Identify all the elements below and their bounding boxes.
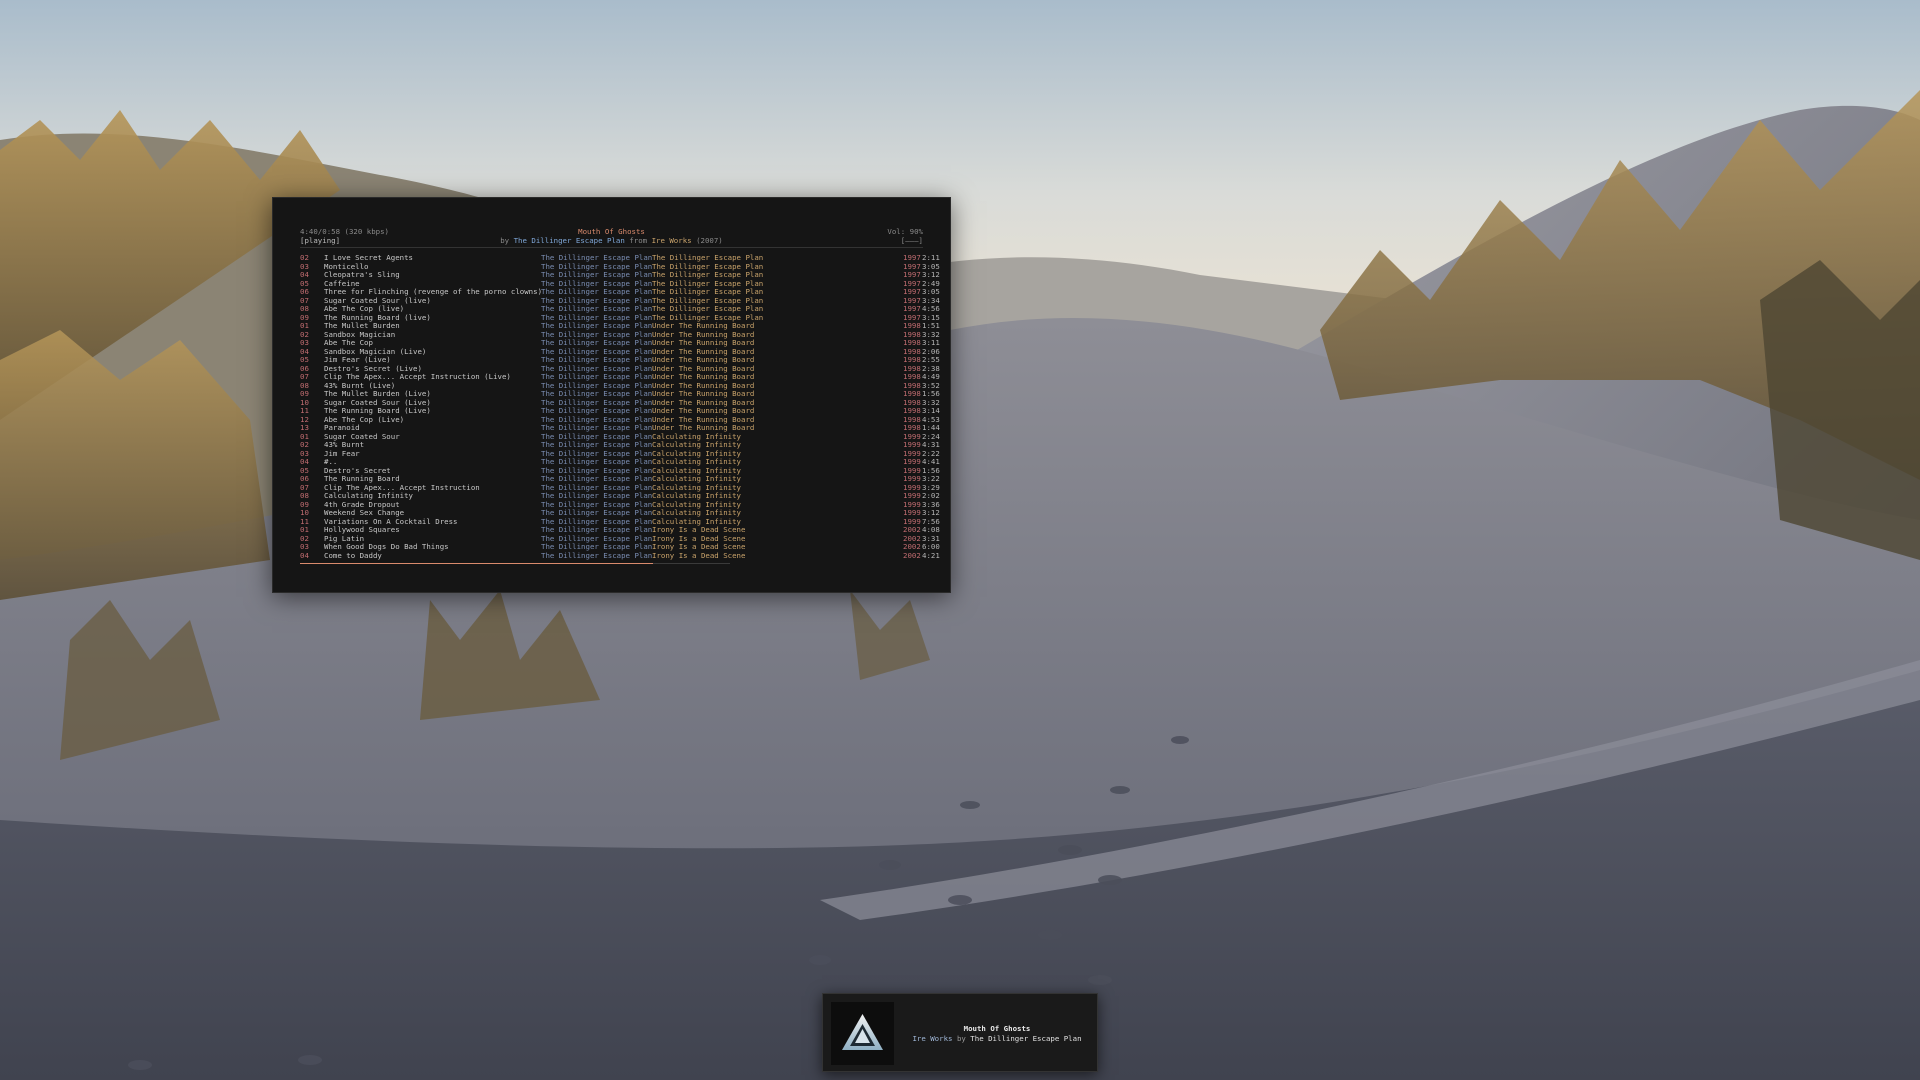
track-album: Irony Is a Dead Scene: [652, 550, 746, 560]
track-row[interactable]: 04 Come to Daddy The Dillinger Escape Plan…: [300, 550, 940, 561]
track-title: Come to Daddy: [324, 550, 382, 560]
volume-bar[interactable]: [———]: [887, 236, 923, 246]
now-playing-info: Mouth Of Ghosts by The Dillinger Escape …: [300, 227, 923, 245]
track-duration: 4:21: [922, 550, 940, 560]
notification-text: Mouth Of Ghosts Ire Works by The Dilling…: [903, 1024, 1091, 1044]
now-playing-album: Ire Works: [651, 235, 692, 245]
progress-fill: [300, 563, 653, 564]
header-divider: [300, 247, 923, 248]
track-artist: The Dillinger Escape Plan: [541, 550, 653, 560]
now-playing-artist: The Dillinger Escape Plan: [513, 235, 625, 245]
notification-album: Ire Works: [912, 1034, 953, 1043]
notification-artist: The Dillinger Escape Plan: [970, 1034, 1082, 1043]
progress-bar[interactable]: [300, 563, 730, 564]
now-playing-notification[interactable]: Mouth Of Ghosts Ire Works by The Dilling…: [822, 993, 1098, 1072]
album-cover: [831, 1002, 894, 1065]
volume-indicator[interactable]: Vol: 90% [———]: [887, 227, 923, 246]
player-header: 4:40/0:58 (320 kbps) [playing] Mouth Of …: [300, 227, 923, 246]
music-player-window[interactable]: 4:40/0:58 (320 kbps) [playing] Mouth Of …: [272, 197, 951, 593]
track-list[interactable]: 02 I Love Secret Agents The Dillinger Esca…: [300, 253, 940, 561]
now-playing-year: (2007): [696, 235, 723, 245]
notification-by: by: [956, 1034, 966, 1043]
from-label: from: [629, 235, 648, 245]
track-year: 2002: [903, 550, 921, 560]
by-label: by: [500, 235, 510, 245]
track-number: 04: [300, 550, 309, 560]
triangle-album-art-icon: [831, 1002, 894, 1065]
notification-title: Mouth Of Ghosts: [963, 1024, 1031, 1033]
